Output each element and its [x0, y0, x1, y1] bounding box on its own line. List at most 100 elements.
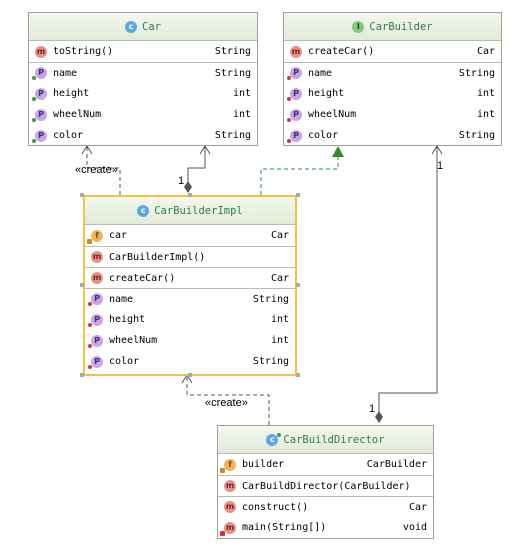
class-icon: c: [137, 204, 150, 217]
member-type: String: [214, 46, 251, 57]
member-name: car: [109, 230, 128, 241]
member-type: String: [252, 356, 289, 367]
class-car-builder-impl[interactable]: c CarBuilderImpl f car Car m CarBuilderI…: [83, 195, 297, 376]
property-icon: P: [287, 129, 302, 143]
member-row[interactable]: m toString() String: [29, 41, 257, 62]
member-row[interactable]: P color String: [29, 125, 257, 146]
method-icon: m: [91, 251, 103, 263]
member-name: CarBuildDirector(CarBuilder): [242, 480, 411, 492]
class-icon: c: [266, 432, 282, 446]
member-name: color: [109, 356, 140, 367]
member-type: Car: [270, 230, 289, 241]
resize-handle[interactable]: [188, 193, 192, 197]
member-type: int: [232, 109, 251, 120]
member-row[interactable]: P wheelNum int: [85, 330, 295, 351]
member-name: name: [53, 67, 78, 79]
member-name: name: [109, 293, 134, 305]
multiplicity-impl-car: 1: [178, 175, 185, 187]
member-type: Car: [270, 272, 289, 284]
method-icon: m: [224, 480, 236, 492]
member-row[interactable]: m CarBuildDirector(CarBuilder): [218, 475, 433, 496]
property-icon: P: [287, 87, 302, 101]
member-type: CarBuilder: [366, 459, 427, 470]
class-header[interactable]: c Car: [29, 13, 257, 41]
class-icon: c: [125, 20, 138, 33]
resize-handle[interactable]: [80, 193, 84, 197]
method-icon: m: [35, 45, 47, 58]
member-name: wheelNum: [53, 109, 102, 120]
member-name: height: [53, 88, 90, 99]
member-type: Car: [408, 501, 427, 513]
member-name: construct(): [242, 501, 309, 513]
class-header[interactable]: I CarBuilder: [284, 13, 501, 41]
association-director-builder: [375, 145, 443, 423]
member-name: createCar(): [109, 272, 176, 284]
member-row[interactable]: P name String: [85, 288, 295, 309]
member-name: main(String[]): [242, 522, 327, 533]
property-icon: P: [287, 67, 302, 80]
member-name: wheelNum: [109, 335, 158, 346]
class-header[interactable]: c CarBuilderImpl: [85, 197, 295, 225]
multiplicity-builder: 1: [437, 160, 444, 172]
class-header[interactable]: c CarBuildDirector: [218, 426, 433, 454]
class-car-build-director[interactable]: c CarBuildDirector f builder CarBuilder …: [217, 425, 434, 539]
resize-handle[interactable]: [296, 373, 300, 377]
multiplicity-director: 1: [369, 403, 376, 415]
property-icon: P: [88, 293, 103, 306]
resize-handle[interactable]: [296, 193, 300, 197]
class-title: CarBuilder: [369, 20, 433, 33]
realization-impl-to-builder: [260, 146, 344, 195]
method-icon: m: [220, 521, 236, 536]
member-type: int: [270, 335, 289, 346]
resize-handle[interactable]: [80, 373, 84, 377]
class-car[interactable]: c Car m toString() String P name String …: [28, 12, 258, 146]
member-row[interactable]: f builder CarBuilder: [218, 454, 433, 475]
create-label-top: «create»: [75, 164, 118, 176]
member-type: String: [458, 67, 495, 79]
property-icon: P: [32, 129, 47, 143]
class-title: CarBuilderImpl: [154, 204, 243, 217]
resize-handle[interactable]: [80, 283, 84, 287]
interface-icon: I: [352, 20, 365, 33]
property-icon: P: [88, 334, 103, 348]
resize-handle[interactable]: [188, 373, 192, 377]
member-row[interactable]: P wheelNum int: [284, 104, 501, 125]
field-icon: f: [87, 229, 103, 244]
resize-handle[interactable]: [296, 283, 300, 287]
class-title: Car: [142, 20, 161, 33]
member-row[interactable]: m construct() Car: [218, 496, 433, 517]
member-type: int: [232, 88, 251, 99]
member-type: void: [402, 522, 427, 533]
property-icon: P: [32, 87, 47, 101]
member-row[interactable]: P color String: [85, 351, 295, 372]
create-label-bottom: «create»: [205, 397, 248, 409]
member-name: builder: [242, 459, 285, 470]
member-name: CarBuilderImpl(): [109, 251, 206, 263]
method-icon: m: [91, 272, 103, 284]
member-type: Car: [476, 46, 495, 57]
member-row[interactable]: m createCar() Car: [85, 267, 295, 288]
member-row[interactable]: P color String: [284, 125, 501, 146]
member-row[interactable]: m createCar() Car: [284, 41, 501, 62]
member-name: wheelNum: [308, 109, 357, 120]
member-row[interactable]: P height int: [284, 83, 501, 104]
member-row[interactable]: f car Car: [85, 225, 295, 246]
property-icon: P: [287, 108, 302, 122]
member-row[interactable]: P name String: [284, 62, 501, 83]
member-name: height: [109, 314, 146, 325]
member-type: String: [214, 67, 251, 79]
member-row[interactable]: m CarBuilderImpl(): [85, 246, 295, 267]
member-row[interactable]: P height int: [29, 83, 257, 104]
property-icon: P: [32, 108, 47, 122]
member-row[interactable]: P name String: [29, 62, 257, 83]
member-row[interactable]: P height int: [85, 309, 295, 330]
member-type: int: [270, 314, 289, 325]
member-name: name: [308, 67, 333, 79]
interface-car-builder[interactable]: I CarBuilder m createCar() Car P name St…: [283, 12, 502, 146]
member-row[interactable]: m main(String[]) void: [218, 517, 433, 538]
member-type: int: [476, 109, 495, 120]
member-name: toString(): [53, 46, 114, 57]
method-icon: m: [224, 501, 236, 513]
member-row[interactable]: P wheelNum int: [29, 104, 257, 125]
composition-impl-car: [184, 145, 211, 193]
